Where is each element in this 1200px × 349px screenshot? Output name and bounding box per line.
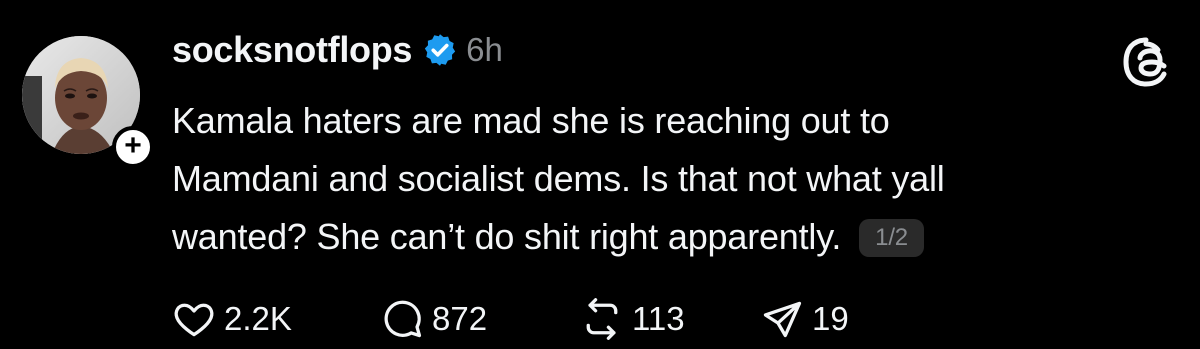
post-body: Kamala haters are mad she is reaching ou… bbox=[172, 92, 1132, 266]
share-button[interactable]: 19 bbox=[760, 297, 849, 341]
plus-icon: + bbox=[124, 129, 142, 162]
post-body-line-text: wanted? She can’t do shit right apparent… bbox=[172, 216, 842, 257]
threads-logo-icon[interactable] bbox=[1120, 36, 1172, 88]
reply-count: 872 bbox=[432, 300, 488, 337]
share-count: 19 bbox=[812, 300, 849, 337]
post-body-line-last: wanted? She can’t do shit right apparent… bbox=[172, 208, 1132, 266]
send-icon bbox=[760, 297, 804, 341]
avatar-container: + bbox=[22, 36, 154, 168]
speech-bubble-icon bbox=[380, 297, 424, 341]
post-actions: 2.2K 872 113 19 bbox=[172, 296, 849, 342]
heart-icon bbox=[172, 297, 216, 341]
like-button[interactable]: 2.2K bbox=[172, 297, 380, 341]
username[interactable]: socksnotflops bbox=[172, 29, 412, 71]
repost-icon bbox=[580, 297, 624, 341]
post-header: socksnotflops 6h bbox=[172, 24, 503, 76]
post-timestamp: 6h bbox=[466, 31, 503, 68]
post-body-line: Mamdani and socialist dems. Is that not … bbox=[172, 158, 945, 199]
like-count: 2.2K bbox=[224, 300, 292, 337]
thread-page-indicator: 1/2 bbox=[859, 219, 924, 257]
repost-count: 113 bbox=[632, 300, 685, 337]
verified-badge-icon bbox=[422, 32, 458, 68]
repost-button[interactable]: 113 bbox=[580, 297, 760, 341]
post-body-line: Kamala haters are mad she is reaching ou… bbox=[172, 100, 890, 141]
follow-button[interactable]: + bbox=[112, 126, 154, 168]
reply-button[interactable]: 872 bbox=[380, 297, 580, 341]
thread-post: + socksnotflops 6h Kamala haters are mad… bbox=[0, 0, 1200, 349]
